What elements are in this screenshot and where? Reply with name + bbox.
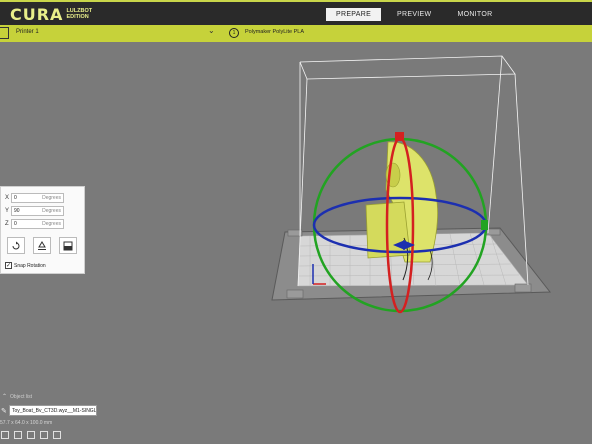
reset-rotation-button[interactable]	[7, 237, 25, 254]
rotate-y-unit: Degrees	[42, 208, 61, 214]
open-file-icon[interactable]	[0, 27, 9, 39]
select-face-icon	[63, 241, 73, 250]
view-right-icon[interactable]	[53, 431, 61, 439]
printer-selector[interactable]: Printer 1	[16, 29, 39, 35]
build-volume-viewport[interactable]	[0, 42, 592, 444]
edit-icon[interactable]: ✎	[1, 407, 7, 415]
rotate-x-input[interactable]: 0 Degrees	[11, 193, 64, 203]
material-selector[interactable]: Polymaker PolyLite PLA	[245, 29, 304, 35]
snap-rotation-label: Snap Rotation	[14, 262, 46, 269]
tab-monitor[interactable]: MONITOR	[447, 8, 502, 21]
cura-logo: CURA LULZBOT EDITION	[10, 4, 92, 24]
view-left-icon[interactable]	[40, 431, 48, 439]
object-list-label: Object list	[10, 393, 32, 400]
chevron-up-icon: ⌃	[2, 394, 8, 400]
rotate-z-input[interactable]: 0 Degrees	[11, 219, 64, 229]
rotate-x-unit: Degrees	[42, 195, 61, 201]
rotate-z-row: Z 0 Degrees	[5, 219, 64, 229]
camera-view-buttons	[1, 431, 61, 439]
view-front-icon[interactable]	[14, 431, 22, 439]
object-dimensions: 57.7 x 64.0 x 100.0 mm	[0, 420, 53, 426]
object-list-header[interactable]: ⌃ Object list	[2, 393, 32, 401]
view-3d-icon[interactable]	[1, 431, 9, 439]
plate-clip	[286, 289, 304, 299]
rotate-z-value: 0	[14, 221, 17, 227]
rotate-z-unit: Degrees	[42, 221, 61, 227]
rotate-y-row: Y 90 Degrees	[5, 206, 64, 216]
plate-clip	[514, 283, 532, 293]
lay-flat-icon	[38, 240, 46, 250]
rotate-handle-y[interactable]	[481, 220, 488, 230]
snap-rotation-row[interactable]: ✓ Snap Rotation	[5, 262, 46, 269]
extruder-badge: 1	[229, 28, 239, 38]
top-bar: CURA LULZBOT EDITION PREPARE PREVIEW MON…	[0, 0, 592, 25]
tab-prepare[interactable]: PREPARE	[326, 8, 382, 21]
rotate-x-row: X 0 Degrees	[5, 193, 64, 203]
logo-sub: LULZBOT EDITION	[66, 8, 93, 20]
tab-preview[interactable]: PREVIEW	[387, 8, 441, 21]
stage-tabs: PREPARE PREVIEW MONITOR	[326, 8, 502, 21]
rotate-y-value: 90	[14, 208, 20, 214]
lay-flat-button[interactable]	[33, 237, 51, 254]
printer-bar: Printer 1 ⌄ 1 Polymaker PolyLite PLA	[0, 25, 592, 42]
reset-icon	[12, 241, 20, 249]
logo-main: CURA	[10, 4, 64, 24]
rotate-handle-x[interactable]	[395, 132, 404, 141]
view-top-icon[interactable]	[27, 431, 35, 439]
object-name-field[interactable]: Toy_Boat_Bv_CT3D.wyz__M1-SINGLE	[9, 405, 97, 416]
select-face-button[interactable]	[59, 237, 77, 254]
snap-rotation-checkbox[interactable]: ✓	[5, 262, 12, 269]
chevron-down-icon[interactable]: ⌄	[208, 26, 215, 35]
rotate-y-input[interactable]: 90 Degrees	[11, 206, 64, 216]
rotate-x-value: 0	[14, 195, 17, 201]
